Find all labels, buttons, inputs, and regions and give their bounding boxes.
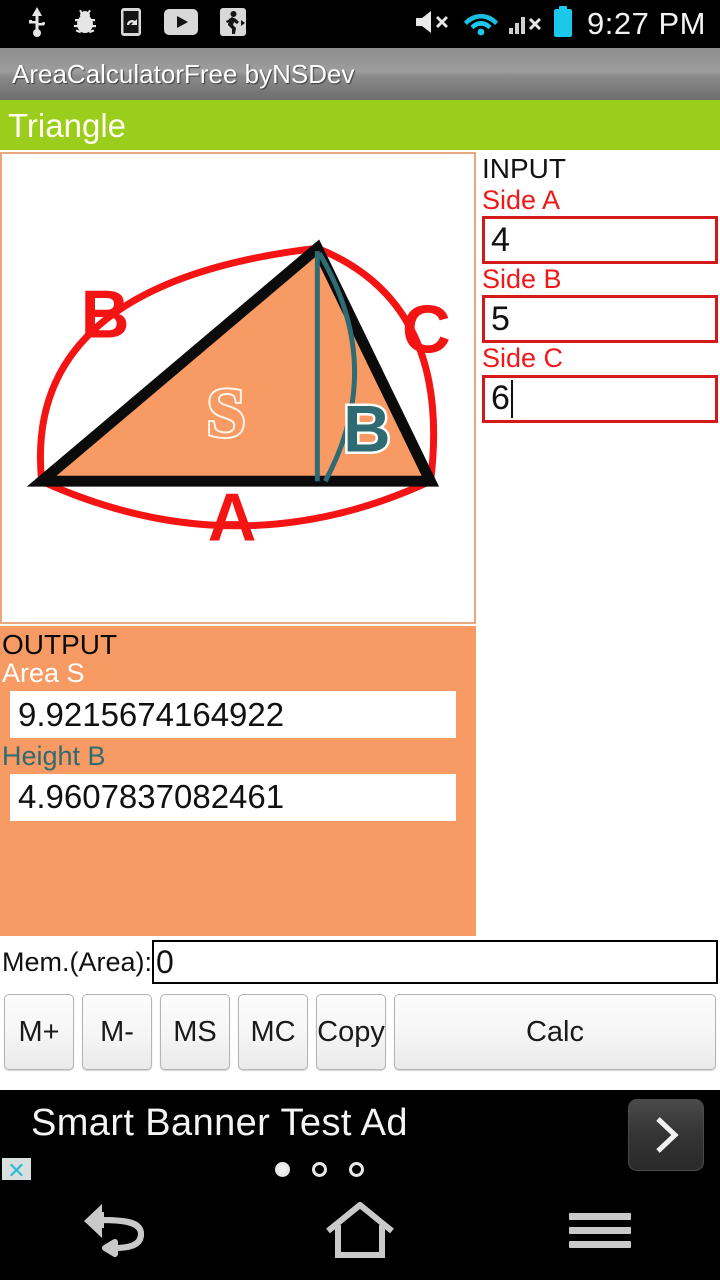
back-icon [84, 1204, 145, 1257]
memory-clear-button[interactable]: MC [238, 994, 308, 1070]
app-title-bar: AreaCalculatorFree byNSDev [0, 48, 720, 100]
memory-input[interactable]: 0 [152, 940, 718, 984]
input-heading: INPUT [482, 153, 566, 184]
menu-icon [569, 1213, 631, 1248]
label-side-c: C [402, 292, 451, 367]
usb-icon [24, 6, 50, 42]
label-side-a: Side A [482, 184, 561, 215]
memory-label: Mem.(Area): [2, 946, 153, 977]
output-height-field[interactable]: 4.9607837082461 [10, 773, 456, 821]
memory-row: Mem.(Area): 0 [0, 938, 720, 986]
youtube-icon [164, 8, 198, 40]
bug-icon [72, 8, 98, 41]
memory-subtract-button[interactable]: M- [82, 994, 152, 1070]
label-area-s: S [206, 374, 246, 453]
output-area-field[interactable]: 9.9215674164922 [10, 691, 456, 739]
running-person-icon [220, 7, 246, 41]
triangle-diagram: B C A S B [26, 239, 451, 556]
status-bar-left-icons [0, 6, 413, 42]
ad-dot-2[interactable] [312, 1162, 327, 1177]
nav-menu-button[interactable] [480, 1207, 720, 1253]
cellular-signal-off-icon [509, 8, 543, 41]
ad-dot-1[interactable] [275, 1162, 290, 1177]
nav-home-button[interactable] [240, 1199, 480, 1261]
side-b-value: 5 [491, 299, 510, 338]
side-c-value: 6 [491, 379, 510, 417]
output-panel: OUTPUT Area S 9.9215674164922 Height B 4… [0, 626, 476, 936]
output-heading: OUTPUT [2, 629, 118, 660]
system-nav-bar [0, 1180, 720, 1280]
side-b-input[interactable]: 5 [482, 295, 718, 344]
text-caret [510, 379, 513, 418]
input-panel: INPUT Side A 4 Side B 5 Side C 6 [478, 152, 720, 936]
label-side-a: A [208, 481, 257, 556]
triangle-diagram-panel: B C A S B [0, 152, 476, 624]
shape-header-bar: Triangle [0, 100, 720, 150]
side-a-value: 4 [491, 220, 510, 259]
battery-icon [553, 5, 573, 43]
label-side-c: Side C [482, 343, 564, 374]
page-title: Triangle [8, 106, 126, 144]
app-title: AreaCalculatorFree byNSDev [12, 58, 355, 89]
volume-mute-icon [413, 8, 453, 41]
app-screen: 9:27 PM AreaCalculatorFree byNSDev Trian… [0, 0, 720, 1280]
wifi-icon [463, 8, 499, 41]
ad-dot-3[interactable] [349, 1162, 364, 1177]
status-clock: 9:27 PM [587, 6, 706, 41]
nav-back-button[interactable] [0, 1200, 240, 1260]
memory-value: 0 [156, 943, 174, 980]
memory-store-button[interactable]: MS [160, 994, 230, 1070]
output-label-area: Area S [2, 658, 85, 689]
ad-next-button[interactable] [628, 1099, 704, 1171]
home-icon [326, 1202, 394, 1258]
button-row: M+ M- MS MC Copy Calc [0, 990, 720, 1074]
side-a-input[interactable]: 4 [482, 216, 718, 265]
calc-button[interactable]: Calc [394, 994, 716, 1070]
label-side-b: B [81, 277, 130, 352]
copy-button[interactable]: Copy [316, 994, 386, 1070]
label-height-b: B [343, 392, 390, 465]
ad-text: Smart Banner Test Ad [31, 1102, 408, 1144]
memory-add-button[interactable]: M+ [4, 994, 74, 1070]
chevron-right-icon [656, 1117, 679, 1153]
screen-rotate-icon [120, 7, 142, 42]
side-c-input[interactable]: 6 [482, 374, 718, 423]
status-bar: 9:27 PM [0, 0, 720, 48]
status-bar-right-icons: 9:27 PM [413, 5, 720, 43]
ad-page-dots [275, 1162, 364, 1177]
output-label-height: Height B [2, 741, 106, 772]
label-side-b: Side B [482, 264, 562, 295]
